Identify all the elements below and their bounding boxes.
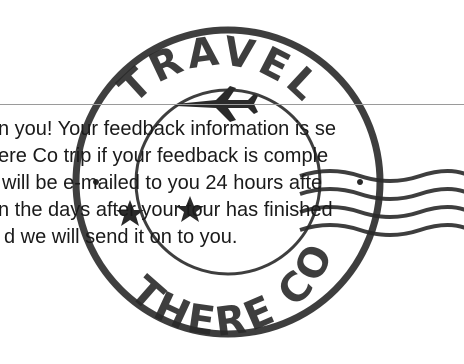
message-line: n you! Your feedback information is se [0, 118, 336, 140]
divider-line [0, 104, 464, 105]
message-line: d we will send it on to you. [4, 226, 238, 248]
message-line: will be e-mailed to you 24 hours afte [2, 172, 323, 194]
message-line: n the days after your tour has finished [0, 199, 333, 221]
feedback-message: n you! Your feedback information is se e… [0, 116, 464, 316]
message-line: ere Co trip if your feedback is comple [0, 145, 329, 167]
page: TRAVEL THERE CO n you! Your feedback inf… [0, 0, 464, 364]
